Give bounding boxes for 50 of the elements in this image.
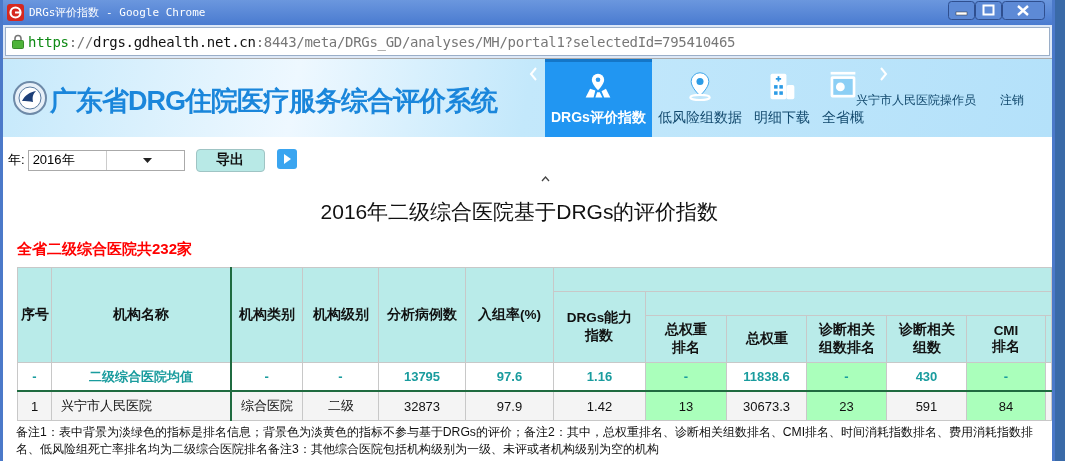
nav-tab[interactable]: 明细下载 bbox=[753, 109, 810, 127]
export-button[interactable]: 导出 bbox=[195, 148, 265, 172]
column-header: 入组率(%) bbox=[465, 267, 554, 363]
browser-logo-icon bbox=[7, 4, 24, 21]
report-title: 2016年二级综合医院基于DRGs的评价指数 bbox=[319, 199, 720, 225]
table-cell: 1 bbox=[17, 391, 52, 421]
url-text[interactable]: :// bbox=[68, 33, 94, 50]
logout-link[interactable]: 注销 bbox=[1000, 92, 1024, 109]
table-cell: 591 bbox=[886, 391, 967, 421]
user-name: 兴宁市人民医院操作员 bbox=[856, 92, 976, 109]
table-cell: 84 bbox=[966, 391, 1046, 421]
emblem-logo bbox=[13, 81, 47, 115]
url-text[interactable]: drgs.gdhealth.net.cn bbox=[93, 33, 256, 50]
year-select[interactable]: 2016年 bbox=[27, 149, 185, 171]
column-header: 机构级别 bbox=[302, 267, 379, 363]
window-title: DRGs评价指数 - Google Chrome bbox=[29, 5, 207, 20]
column-header: 分析病例数 bbox=[378, 267, 466, 363]
table-cell: 97.9 bbox=[465, 391, 554, 421]
collapse-caret-icon[interactable] bbox=[541, 176, 550, 182]
table-cell: 1.42 bbox=[553, 391, 646, 421]
dropdown-icon[interactable] bbox=[142, 157, 152, 163]
table-cell: 综合医院 bbox=[230, 391, 303, 421]
maximize-icon[interactable] bbox=[975, 1, 1002, 20]
table-cell: 兴宁市人民医院 bbox=[51, 391, 231, 421]
column-header: 机构名称 bbox=[51, 267, 231, 363]
table-cell: 30673.3 bbox=[726, 391, 807, 421]
url-text[interactable]: https bbox=[28, 33, 69, 50]
column-header: DRGs能力指数 bbox=[553, 291, 646, 363]
nav-tab[interactable]: 低风险组数据 bbox=[657, 109, 742, 127]
column-header: CMI排名 bbox=[966, 315, 1046, 363]
year-label: 年: bbox=[8, 151, 25, 169]
minimize-icon[interactable] bbox=[948, 1, 975, 20]
table-cell: 13 bbox=[645, 391, 727, 421]
column-header: 诊断相关组数排名 bbox=[806, 315, 887, 363]
column-header: 总权重排名 bbox=[645, 315, 727, 363]
app-title: 广东省DRG住院医疗服务综合评价系统 bbox=[50, 85, 497, 118]
table-cell: 23 bbox=[806, 391, 887, 421]
lock-icon bbox=[12, 34, 24, 49]
url-text[interactable]: :8443/meta/DRGs_GD/analyses/MH/portal1?selectedId=795410465 bbox=[255, 33, 736, 50]
table-cell: 32873 bbox=[378, 391, 466, 421]
close-icon[interactable] bbox=[1002, 1, 1045, 20]
column-header: 诊断相关组数 bbox=[886, 315, 967, 363]
column-header: 序号 bbox=[17, 267, 52, 363]
play-icon[interactable] bbox=[276, 148, 297, 169]
hospital-count: 全省二级综合医院共232家 bbox=[17, 240, 194, 259]
nav-tab[interactable]: 全省概 bbox=[821, 109, 864, 127]
column-header: 总权重 bbox=[726, 315, 807, 363]
column-header: 机构类别 bbox=[230, 267, 303, 363]
table-cell: 二级 bbox=[302, 391, 379, 421]
notes-text: 备注1：表中背景为淡绿色的指标是排名信息；背景色为淡黄色的指标不参与基于DRGs的评价；备注2：其中，总权重排名、诊断相关组数排名、CMI排名、时间消耗指数排名、费用消耗指数排名、低风险组死亡率排名均为二级综合医院排名备注3：其他综合医院包括机构级别为一级、未评或者机构级别为空的机构 bbox=[16, 424, 1035, 458]
